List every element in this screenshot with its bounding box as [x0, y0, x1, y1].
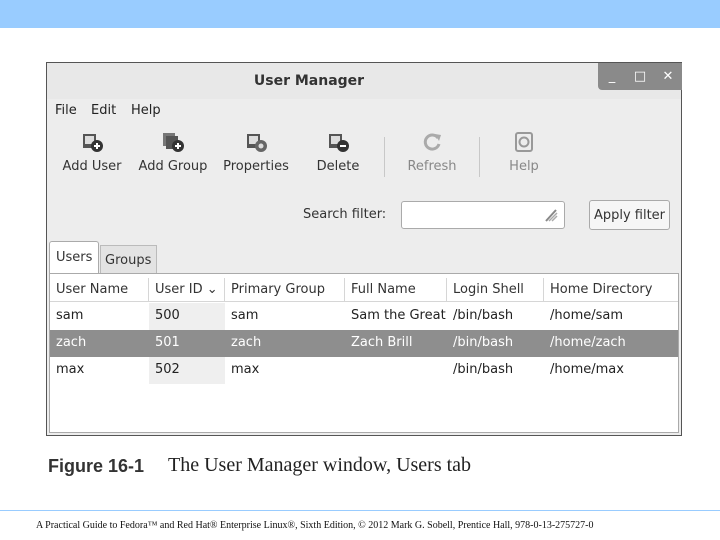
column-header-full-name[interactable]: Full Name — [345, 278, 447, 302]
cell-login-shell: /bin/bash — [453, 308, 514, 323]
table-row-selected[interactable]: zach 501 zach Zach Brill /bin/bash /home… — [50, 330, 678, 357]
table-header: User Name User ID ⌄ Primary Group Full N… — [50, 278, 678, 302]
titlebar: User Manager _ □ ✕ — [47, 63, 682, 99]
cell-user-name: sam — [56, 308, 84, 323]
users-table: User Name User ID ⌄ Primary Group Full N… — [49, 273, 679, 433]
add-user-button[interactable]: Add User — [59, 131, 125, 174]
properties-button[interactable]: Properties — [219, 131, 293, 174]
add-group-label: Add Group — [138, 159, 208, 174]
properties-icon — [247, 134, 267, 152]
column-header-home-directory[interactable]: Home Directory — [544, 278, 678, 302]
menu-edit[interactable]: Edit — [91, 103, 116, 118]
column-header-user-name[interactable]: User Name — [50, 278, 149, 302]
cell-full-name: Sam the Great — [351, 308, 446, 323]
sort-indicator-icon: ⌄ — [206, 282, 218, 297]
cell-user-name: zach — [56, 335, 87, 350]
column-header-login-shell[interactable]: Login Shell — [447, 278, 544, 302]
help-icon — [515, 132, 533, 152]
cell-primary-group: max — [231, 362, 260, 377]
minimize-button[interactable]: _ — [598, 63, 626, 90]
cell-user-name: max — [56, 362, 85, 377]
cell-home-directory: /home/sam — [550, 308, 624, 323]
table-row[interactable]: sam 500 sam Sam the Great /bin/bash /hom… — [50, 303, 678, 330]
window-controls: _ □ ✕ — [598, 63, 682, 90]
cell-user-id: 501 — [155, 335, 180, 350]
toolbar-separator — [479, 137, 480, 177]
clear-search-icon[interactable] — [543, 207, 559, 223]
cell-user-id: 502 — [155, 362, 180, 377]
add-user-label: Add User — [62, 159, 122, 174]
footer-divider — [0, 510, 720, 511]
cell-primary-group: zach — [231, 335, 262, 350]
toolbar-separator — [384, 137, 385, 177]
delete-icon — [329, 134, 349, 152]
menu-file[interactable]: File — [55, 103, 77, 118]
tab-groups[interactable]: Groups — [100, 245, 157, 273]
properties-label: Properties — [223, 159, 289, 174]
menu-help[interactable]: Help — [131, 103, 161, 118]
help-button[interactable]: Help — [503, 131, 545, 174]
toolbar: Add User Add Group Properties Delete Ref… — [47, 127, 681, 187]
search-filter-label: Search filter: — [303, 207, 387, 222]
refresh-label: Refresh — [407, 159, 457, 174]
refresh-icon — [423, 133, 441, 151]
search-input[interactable] — [401, 201, 565, 229]
add-group-button[interactable]: Add Group — [137, 131, 209, 174]
add-user-icon — [83, 134, 103, 152]
cell-home-directory: /home/zach — [550, 335, 626, 350]
column-header-user-id[interactable]: User ID ⌄ — [149, 278, 225, 302]
figure-number: Figure 16-1 — [48, 456, 145, 476]
delete-button[interactable]: Delete — [309, 131, 367, 174]
tab-users[interactable]: Users — [49, 241, 99, 273]
refresh-button[interactable]: Refresh — [401, 131, 463, 174]
cell-full-name: Zach Brill — [351, 335, 413, 350]
user-manager-window: User Manager _ □ ✕ File Edit Help Add Us… — [46, 62, 682, 436]
delete-label: Delete — [316, 159, 360, 174]
window-title: User Manager — [253, 73, 365, 89]
close-button[interactable]: ✕ — [654, 63, 682, 90]
maximize-button[interactable]: □ — [626, 63, 654, 90]
apply-filter-button[interactable]: Apply filter — [589, 200, 670, 230]
help-label: Help — [509, 159, 539, 174]
cell-login-shell: /bin/bash — [453, 335, 514, 350]
cell-home-directory: /home/max — [550, 362, 624, 377]
cell-primary-group: sam — [231, 308, 259, 323]
table-row[interactable]: max 502 max /bin/bash /home/max — [50, 357, 678, 384]
cell-login-shell: /bin/bash — [453, 362, 514, 377]
footer-citation: A Practical Guide to Fedora™ and Red Hat… — [36, 520, 594, 531]
menubar: File Edit Help — [47, 99, 681, 123]
figure-caption: The User Manager window, Users tab — [168, 454, 472, 476]
cell-user-id: 500 — [155, 308, 180, 323]
top-accent-band — [0, 0, 720, 28]
add-group-icon — [163, 133, 184, 152]
column-header-primary-group[interactable]: Primary Group — [225, 278, 345, 302]
